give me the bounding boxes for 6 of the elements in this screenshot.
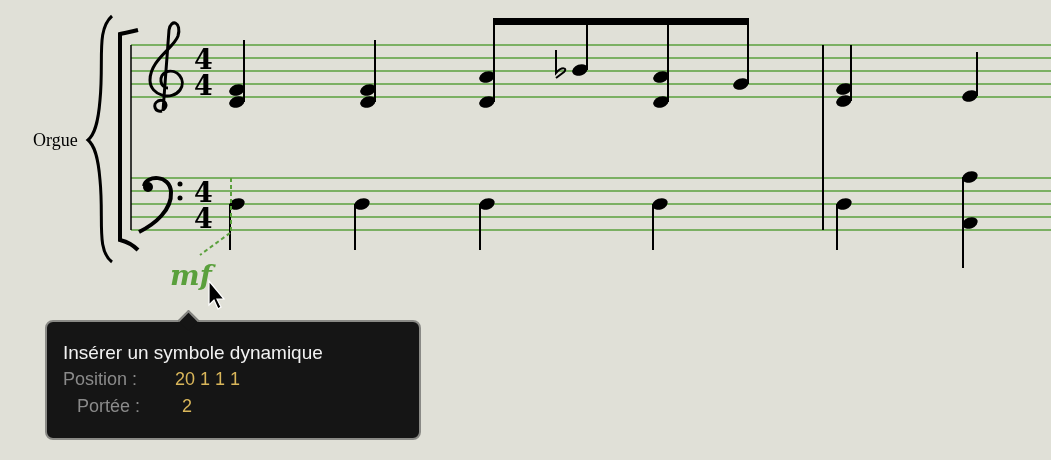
tooltip-title: Insérer un symbole dynamique bbox=[63, 341, 324, 365]
field-value: 20 1 1 1 bbox=[175, 368, 241, 391]
field-value: 2 bbox=[182, 395, 192, 418]
field-label: Position : bbox=[63, 368, 139, 391]
field-label: Portée : bbox=[76, 395, 142, 418]
part-name: Orgue bbox=[33, 130, 78, 150]
